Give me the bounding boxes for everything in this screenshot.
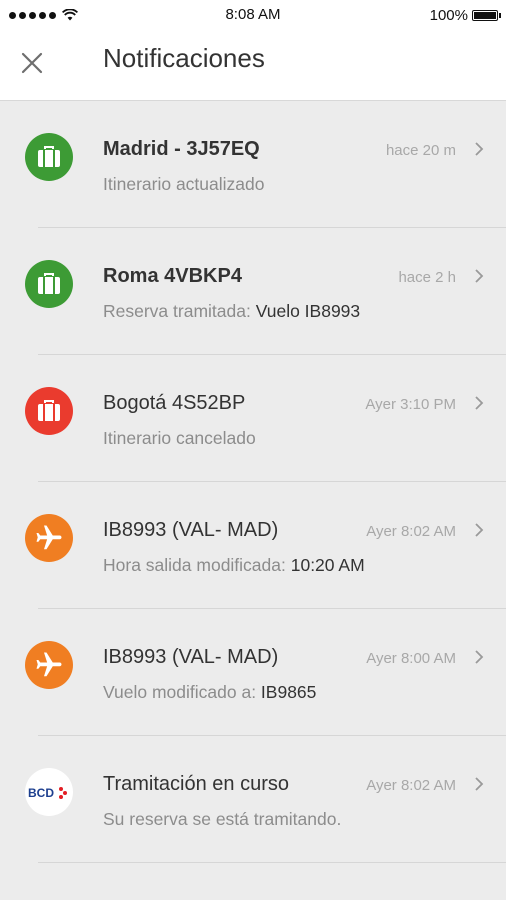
notification-title: Bogotá 4S52BP bbox=[103, 392, 246, 414]
notification-time: Ayer 3:10 PM bbox=[365, 396, 456, 413]
notification-subtitle: Su reserva se está tramitando. bbox=[103, 809, 342, 829]
notification-subtitle: Reserva tramitada: Vuelo IB8993 bbox=[103, 301, 361, 321]
notification-title: Tramitación en curso bbox=[103, 773, 289, 795]
signal-wifi bbox=[0, 9, 78, 21]
notification-subtitle-value: Vuelo IB8993 bbox=[255, 301, 361, 321]
chevron-right-icon bbox=[475, 142, 484, 156]
battery-status: 100% bbox=[430, 7, 506, 24]
signal-strength-icon bbox=[9, 11, 56, 19]
chevron-right-icon bbox=[475, 269, 484, 283]
notification-title: Roma 4VBKP4 bbox=[103, 265, 242, 287]
notification-subtitle: Itinerario actualizado bbox=[103, 174, 265, 194]
close-icon bbox=[21, 52, 43, 74]
status-bar: 8:08 AM 100% bbox=[0, 0, 506, 30]
notification-title: IB8993 (VAL- MAD) bbox=[103, 519, 279, 541]
airplane-icon bbox=[25, 514, 73, 562]
luggage-icon bbox=[25, 387, 73, 435]
notification-item[interactable]: IB8993 (VAL- MAD) Ayer 8:00 AM Vuelo mod… bbox=[0, 609, 506, 736]
chevron-right-icon bbox=[475, 523, 484, 537]
notification-item[interactable]: IB8993 (VAL- MAD) Ayer 8:02 AM Hora sali… bbox=[0, 482, 506, 609]
notification-subtitle-value: IB9865 bbox=[260, 682, 317, 702]
notification-subtitle: Itinerario cancelado bbox=[103, 428, 256, 448]
notification-item[interactable]: Madrid - 3J57EQ hace 20 m Itinerario act… bbox=[0, 101, 506, 228]
close-button[interactable] bbox=[16, 47, 48, 79]
notification-item[interactable]: BCD Tramitación en curso Ayer 8:02 AM Su… bbox=[0, 736, 506, 863]
svg-text:BCD: BCD bbox=[28, 786, 54, 800]
notification-time: hace 2 h bbox=[398, 269, 456, 286]
chevron-right-icon bbox=[475, 777, 484, 791]
chevron-right-icon bbox=[475, 650, 484, 664]
battery-percent: 100% bbox=[429, 6, 468, 24]
page-title: Notificaciones bbox=[103, 43, 265, 73]
airplane-icon bbox=[25, 641, 73, 689]
notification-subtitle: Vuelo modificado a: IB9865 bbox=[103, 682, 317, 702]
notification-item[interactable]: Roma 4VBKP4 hace 2 h Reserva tramitada: … bbox=[0, 228, 506, 355]
notification-time: Ayer 8:00 AM bbox=[366, 650, 456, 667]
notification-list: Madrid - 3J57EQ hace 20 m Itinerario act… bbox=[0, 101, 506, 863]
battery-icon bbox=[472, 9, 501, 21]
app-header: Notificaciones bbox=[0, 30, 506, 101]
luggage-icon bbox=[25, 260, 73, 308]
luggage-icon bbox=[25, 133, 73, 181]
chevron-right-icon bbox=[475, 396, 484, 410]
notification-subtitle: Hora salida modificada: 10:20 AM bbox=[103, 555, 365, 575]
notification-subtitle-value: 10:20 AM bbox=[290, 555, 365, 575]
notification-item[interactable]: Bogotá 4S52BP Ayer 3:10 PM Itinerario ca… bbox=[0, 355, 506, 482]
notification-time: Ayer 8:02 AM bbox=[366, 777, 456, 794]
notification-time: Ayer 8:02 AM bbox=[366, 523, 456, 540]
wifi-icon bbox=[62, 9, 78, 21]
notification-title: Madrid - 3J57EQ bbox=[103, 138, 260, 160]
notification-time: hace 20 m bbox=[385, 142, 456, 159]
notification-title: IB8993 (VAL- MAD) bbox=[103, 646, 279, 668]
bcd-logo-icon: BCD bbox=[25, 768, 73, 816]
